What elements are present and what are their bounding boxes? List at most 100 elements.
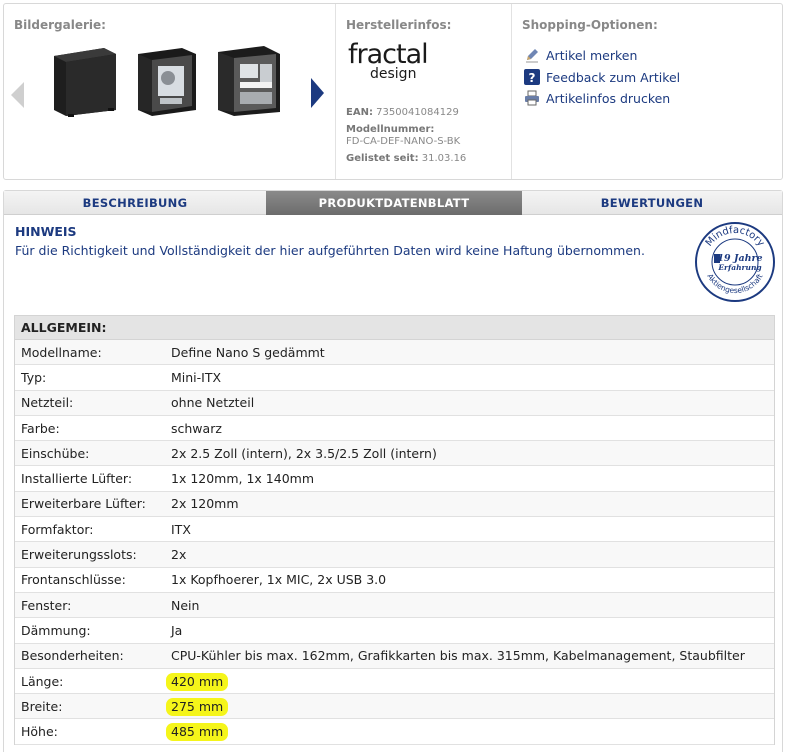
spec-value: 2x 120mm <box>171 496 239 512</box>
spec-rows: Modellname: Define Nano S gedämmt Typ: Mini… <box>15 340 774 745</box>
gallery-thumbnail-1[interactable] <box>50 42 120 118</box>
gallery-thumbnail-3[interactable] <box>214 42 284 118</box>
spec-label: Farbe: <box>21 420 60 436</box>
spec-section-header: ALLGEMEIN: <box>15 316 774 340</box>
spec-row: Typ: Mini-ITX <box>15 365 774 391</box>
ean-label: EAN: <box>346 107 373 118</box>
spec-value: ohne Netzteil <box>171 395 255 411</box>
spec-row: Besonderheiten: CPU-Kühler bis max. 162mm… <box>15 643 774 669</box>
gallery-next-arrow-icon[interactable] <box>311 78 324 108</box>
spec-value: schwarz <box>171 420 222 436</box>
spec-value-cell: 2x <box>167 547 186 562</box>
spec-row: Installierte Lüfter: 1x 120mm, 1x 140mm <box>15 466 774 492</box>
shopping-options-title: Shopping-Optionen: <box>522 18 658 32</box>
spec-row: Erweiterungsslots: 2x <box>15 542 774 568</box>
spec-label: Breite: <box>21 698 63 714</box>
spec-label: Fenster: <box>21 597 72 613</box>
gallery-title: Bildergalerie: <box>14 18 106 32</box>
spec-value: 2x 2.5 Zoll (intern), 2x 3.5/2.5 Zoll (i… <box>171 445 437 461</box>
tab-bar: BESCHREIBUNG PRODUKTDATENBLATT BEWERTUNG… <box>4 191 782 215</box>
spec-value-cell: 2x 120mm <box>167 496 239 511</box>
spec-value-cell: 420 mm <box>166 672 229 691</box>
tab-description[interactable]: BESCHREIBUNG <box>4 191 266 215</box>
shopping-options-section: Shopping-Optionen: Artikel merken ? Feed… <box>511 4 782 179</box>
spec-value: 1x Kopfhoerer, 1x MIC, 2x USB 3.0 <box>171 572 387 588</box>
gallery-section: Bildergalerie: <box>4 4 334 179</box>
ean-value: 7350041084129 <box>376 107 459 118</box>
product-top-panel: Bildergalerie: Herstellerinfos: fractal … <box>3 3 783 180</box>
spec-value-highlighted: 485 mm <box>166 723 229 742</box>
manufacturer-section: Herstellerinfos: fractal design EAN: 735… <box>335 4 510 179</box>
spec-value: ITX <box>171 521 191 537</box>
logo-text-line1: fractal <box>348 39 429 70</box>
model-number-value: FD-CA-DEF-NANO-S-BK <box>346 136 461 147</box>
tab-reviews[interactable]: BEWERTUNGEN <box>522 191 782 215</box>
spec-label: Formfaktor: <box>21 521 94 537</box>
spec-label: Höhe: <box>21 724 58 740</box>
print-info-link[interactable]: Artikelinfos drucken <box>524 89 670 107</box>
spec-table: ALLGEMEIN: Modellname: Define Nano S gedä… <box>14 315 775 745</box>
spec-value: CPU-Kühler bis max. 162mm, Grafikkarten … <box>171 648 745 664</box>
spec-label: Frontanschlüsse: <box>21 572 126 588</box>
seal-sub-text: Erfahrung <box>717 263 761 272</box>
spec-label: Länge: <box>21 673 64 689</box>
spec-label: Installierte Lüfter: <box>21 471 133 487</box>
spec-value: Define Nano S gedämmt <box>171 344 325 360</box>
spec-value-cell: 1x 120mm, 1x 140mm <box>167 471 314 486</box>
spec-value-cell: schwarz <box>167 421 222 436</box>
spec-value-highlighted: 420 mm <box>166 672 229 691</box>
feedback-link[interactable]: ? Feedback zum Artikel <box>524 68 680 86</box>
spec-value-cell: 1x Kopfhoerer, 1x MIC, 2x USB 3.0 <box>167 572 386 587</box>
printer-icon <box>524 90 540 106</box>
spec-row: Einschübe: 2x 2.5 Zoll (intern), 2x 3.5/2… <box>15 441 774 467</box>
spec-row: Formfaktor: ITX <box>15 517 774 543</box>
pencil-icon <box>524 47 540 63</box>
svg-text:?: ? <box>529 71 536 85</box>
feedback-label: Feedback zum Artikel <box>546 69 681 85</box>
spec-row: Fenster: Nein <box>15 592 774 619</box>
spec-label: Erweiterungsslots: <box>21 547 137 563</box>
spec-value-cell: CPU-Kühler bis max. 162mm, Grafikkarten … <box>167 648 745 663</box>
spec-value-cell: Define Nano S gedämmt <box>167 345 325 360</box>
spec-row: Höhe: 485 mm <box>15 719 774 745</box>
remember-item-label: Artikel merken <box>546 47 638 63</box>
spec-label: Typ: <box>21 369 47 385</box>
spec-row: Modellname: Define Nano S gedämmt <box>15 340 774 366</box>
spec-value-cell: Ja <box>167 623 182 638</box>
notice-text: Für die Richtigkeit und Vollständigkeit … <box>15 243 645 258</box>
question-icon: ? <box>524 69 540 85</box>
gallery-thumbnail-2[interactable] <box>132 42 202 118</box>
spec-row: Netzteil: ohne Netzteil <box>15 390 774 416</box>
spec-row: Breite: 275 mm <box>15 694 774 720</box>
spec-value: Mini-ITX <box>171 369 222 385</box>
manufacturer-title: Herstellerinfos: <box>346 18 452 32</box>
spec-value-highlighted: 275 mm <box>166 697 229 716</box>
spec-label: Dämmung: <box>21 622 91 638</box>
spec-value: Ja <box>171 622 183 638</box>
manufacturer-logo[interactable]: fractal design <box>348 39 429 81</box>
tab-datasheet[interactable]: PRODUKTDATENBLATT <box>266 191 522 215</box>
spec-value-cell: 2x 2.5 Zoll (intern), 2x 3.5/2.5 Zoll (i… <box>167 446 437 461</box>
spec-value-cell: Mini-ITX <box>167 370 221 385</box>
spec-value-cell: Nein <box>167 598 199 613</box>
spec-value: Nein <box>171 597 200 613</box>
spec-row: Erweiterbare Lüfter: 2x 120mm <box>15 491 774 518</box>
spec-row: Länge: 420 mm <box>15 668 774 695</box>
spec-value-cell: ITX <box>167 522 191 537</box>
model-number-label: Modellnummer: <box>346 124 434 135</box>
spec-row: Dämmung: Ja <box>15 618 774 644</box>
product-details-panel: BESCHREIBUNG PRODUKTDATENBLATT BEWERTUNG… <box>3 190 783 752</box>
model-number-label-text: Modellnummer: <box>346 124 435 135</box>
spec-label: Einschübe: <box>21 445 90 461</box>
listed-since-row: Gelistet seit: 31.03.16 <box>346 153 466 164</box>
listed-since-value: 31.03.16 <box>421 153 467 164</box>
print-info-label: Artikelinfos drucken <box>546 90 671 106</box>
spec-label: Besonderheiten: <box>21 648 124 664</box>
spec-label: Netzteil: <box>21 395 74 411</box>
spec-value: 2x <box>171 547 187 563</box>
gallery-prev-arrow-icon[interactable] <box>11 82 24 108</box>
ean-row: EAN: 7350041084129 <box>346 107 459 118</box>
spec-label: Erweiterbare Lüfter: <box>21 496 146 512</box>
spec-row: Farbe: schwarz <box>15 415 774 442</box>
remember-item-link[interactable]: Artikel merken <box>524 46 637 64</box>
